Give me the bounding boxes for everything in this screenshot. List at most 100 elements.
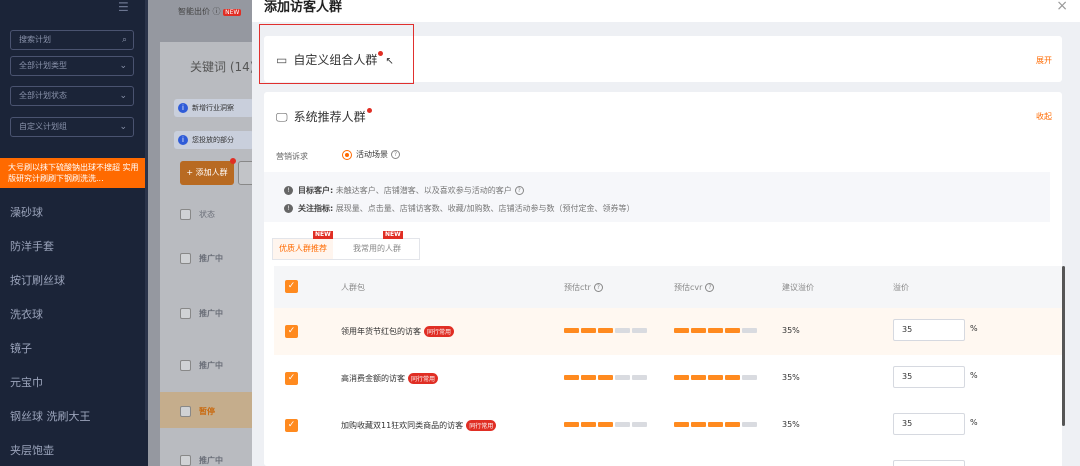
level-segment	[632, 422, 647, 427]
level-segment	[615, 328, 630, 333]
radio-selected-icon	[342, 149, 352, 160]
marketing-label: 营销诉求	[276, 152, 308, 161]
row-checkbox	[180, 455, 191, 466]
modal-scrollbar[interactable]	[1062, 266, 1065, 426]
premium-input[interactable]	[893, 460, 965, 466]
chevron-down-icon: ⌄	[119, 91, 127, 101]
tab-quality-recommend[interactable]: NEW 优质人群推荐	[273, 231, 333, 259]
level-segment	[742, 328, 757, 333]
new-badge: NEW	[313, 231, 333, 239]
table-row[interactable]: 推广中	[180, 308, 223, 319]
sidebar-item[interactable]: 元宝巾	[10, 374, 43, 390]
level-segment	[691, 375, 706, 380]
level-segment	[674, 422, 689, 427]
col-premium: 溢价	[893, 283, 909, 292]
crowd-name: 加购收藏双11狂欢同类商品的访客 同行常用	[341, 420, 497, 431]
active-plan-item[interactable]: 大号刷以抹下硫酸钠出球不搜超 实用版研究计刷刷下钢刷洗洗...	[0, 158, 148, 188]
help-icon: ?	[391, 150, 400, 159]
modal-title: 添加访客人群	[264, 0, 343, 15]
help-icon: ?	[705, 283, 715, 292]
premium-input[interactable]: 35	[893, 413, 965, 435]
crowd-name: 领用年货节红包的访客 同行常用	[341, 326, 455, 337]
level-segment	[725, 328, 740, 333]
suggest-premium: 35%	[782, 373, 800, 382]
level-segment	[615, 422, 630, 427]
table-row[interactable]	[274, 449, 1062, 466]
crowd-tabs: NEW 优质人群推荐 NEW 我常用的人群	[272, 231, 420, 260]
table-row[interactable]: 推广中	[180, 253, 223, 264]
row-checkbox[interactable]: ✓	[285, 372, 298, 385]
info-icon: i	[178, 103, 188, 113]
level-segment	[632, 375, 647, 380]
tab-keywords[interactable]: 关键词 (14)	[190, 58, 254, 75]
level-segment	[742, 422, 757, 427]
sidebar-item[interactable]: 洗衣球	[10, 306, 43, 322]
help-icon: ⓘ	[212, 7, 221, 16]
plan-status-select[interactable]: 全部计划状态 ⌄	[10, 86, 134, 106]
tip-target: ! 目标客户: 未触达客户、店铺潜客、以及喜欢参与活动的客户?	[284, 185, 524, 196]
common-tag: 同行常用	[466, 420, 497, 431]
plan-group-select[interactable]: 自定义计划组 ⌄	[10, 117, 134, 137]
level-segment	[708, 375, 723, 380]
table-row[interactable]: ✓ 领用年货节红包的访客 同行常用 35% 35 %	[274, 308, 1062, 356]
info-icon: i	[178, 135, 188, 145]
level-segment	[564, 328, 579, 333]
level-segment	[581, 328, 596, 333]
select-all-checkbox[interactable]: ✓	[285, 280, 298, 293]
help-icon: ?	[593, 283, 603, 292]
col-suggest: 建议溢价	[782, 283, 814, 292]
level-segment	[708, 328, 723, 333]
level-segment	[598, 422, 613, 427]
sidebar-item[interactable]: 镜子	[10, 340, 32, 356]
notification-dot	[366, 108, 372, 113]
smart-bid-label: 智能出价 ⓘ NEW	[178, 7, 242, 16]
info-icon: !	[284, 204, 293, 213]
table-row[interactable]: ✓ 加购收藏双11狂欢同类商品的访客 同行常用 35% 35 %	[274, 402, 1062, 450]
crowd-name: 高消费金额的访客 同行常用	[341, 373, 439, 384]
level-segment	[674, 375, 689, 380]
sidebar-item[interactable]: 钢丝球 洗刷大王	[10, 408, 91, 424]
search-plan-input[interactable]: 搜索计划 ⌕	[10, 30, 134, 50]
level-segment	[725, 422, 740, 427]
info-banner: i 您投放的部分	[174, 131, 254, 149]
sidebar-item[interactable]: 防洋手套	[10, 238, 54, 254]
chevron-down-icon: ⌄	[119, 61, 127, 71]
sidebar-item[interactable]: 夹层饱壶	[10, 442, 54, 458]
percent-unit: %	[970, 324, 978, 333]
sidebar-item[interactable]: 澡砂球	[10, 204, 43, 220]
table-row[interactable]: ✓ 高消费金额的访客 同行常用 35% 35 %	[274, 355, 1062, 403]
level-segment	[632, 328, 647, 333]
background-page: 智能出价 ⓘ NEW 关键词 (14) i 新增行业洞察 i 您投放的部分 + 添加…	[148, 0, 268, 466]
expand-link[interactable]: 展开	[1036, 55, 1052, 66]
table-row[interactable]: 暂停	[180, 406, 215, 417]
menu-icon[interactable]: ☰	[118, 0, 129, 14]
level-segment	[564, 422, 579, 427]
add-crowd-button[interactable]: + 添加人群	[180, 158, 236, 185]
select-all-checkbox	[180, 209, 191, 220]
collapse-link[interactable]: 收起	[1036, 111, 1052, 122]
activity-scene-radio[interactable]: 活动场景?	[342, 149, 400, 160]
highlight-frame	[259, 24, 414, 84]
table-row[interactable]: 推广中	[180, 360, 223, 371]
common-tag: 同行常用	[424, 326, 455, 337]
plan-type-select[interactable]: 全部计划类型 ⌄	[10, 56, 134, 76]
tip-box: ! 目标客户: 未触达客户、店铺潜客、以及喜欢参与活动的客户? ! 关注指标: 展现…	[264, 172, 1050, 222]
sidebar-item[interactable]: 按订刷丝球	[10, 272, 65, 288]
row-checkbox[interactable]: ✓	[285, 419, 298, 432]
row-checkbox[interactable]: ✓	[285, 325, 298, 338]
close-icon[interactable]: ×	[1056, 0, 1068, 14]
col-ctr: 预估ctr?	[564, 282, 603, 293]
new-badge: NEW	[223, 9, 242, 16]
left-sidebar: ☰ 搜索计划 ⌕ 全部计划类型 ⌄ 全部计划状态 ⌄ 自定义计划组 ⌄ 大号刷以抹下硫酸…	[0, 0, 148, 466]
level-segment	[581, 422, 596, 427]
table-row[interactable]: 推广中	[180, 455, 223, 466]
level-segment	[674, 328, 689, 333]
premium-input[interactable]: 35	[893, 319, 965, 341]
level-segment	[708, 422, 723, 427]
tab-my-common[interactable]: NEW 我常用的人群	[347, 231, 407, 259]
level-segment	[581, 375, 596, 380]
percent-unit: %	[970, 371, 978, 380]
tip-metrics: ! 关注指标: 展现量、点击量、店铺访客数、收藏/加购数、店铺活动参与数（预付定金…	[284, 203, 634, 214]
chevron-down-icon: ⌄	[119, 122, 127, 132]
premium-input[interactable]: 35	[893, 366, 965, 388]
